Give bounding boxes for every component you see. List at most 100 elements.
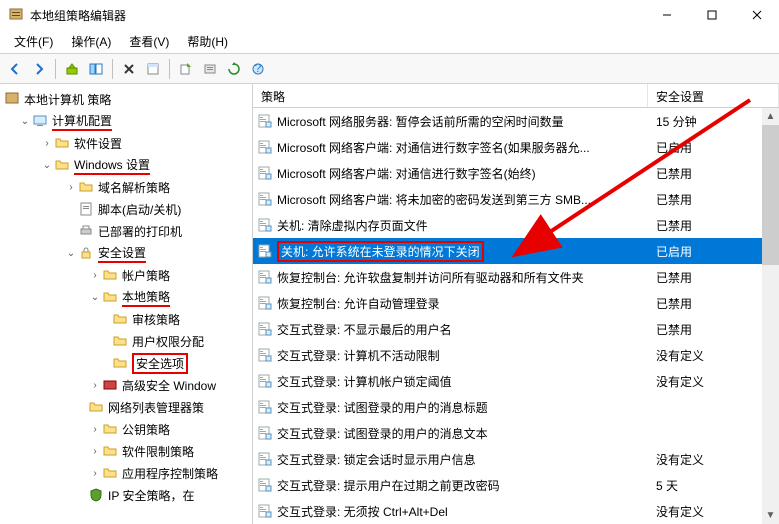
tree-software-settings[interactable]: › 软件设置 xyxy=(0,132,252,154)
row-policy-text: 交互式登录: 计算机帐户锁定阈值 xyxy=(277,373,452,390)
chevron-down-icon[interactable]: ⌄ xyxy=(64,246,78,260)
tree-advanced-firewall[interactable]: › 高级安全 Window xyxy=(0,374,252,396)
list-row[interactable]: 交互式登录: 无须按 Ctrl+Alt+Del没有定义 xyxy=(253,498,779,524)
chevron-right-icon[interactable]: › xyxy=(88,378,102,392)
toolbar-separator xyxy=(169,59,170,79)
tree-windows-settings[interactable]: ⌄ Windows 设置 xyxy=(0,154,252,176)
list-row[interactable]: 交互式登录: 锁定会话时显示用户信息没有定义 xyxy=(253,446,779,472)
tree-security-options[interactable]: 安全选项 xyxy=(0,352,252,374)
app-icon xyxy=(8,7,24,23)
tree-label: 审核策略 xyxy=(132,311,180,328)
scroll-thumb[interactable] xyxy=(762,125,779,265)
chevron-right-icon[interactable]: › xyxy=(40,136,54,150)
tree-local-policies[interactable]: ⌄ 本地策略 xyxy=(0,286,252,308)
minimize-button[interactable] xyxy=(644,0,689,30)
tree-ip-security[interactable]: IP 安全策略，在 xyxy=(0,484,252,506)
list-row[interactable]: 交互式登录: 计算机帐户锁定阈值没有定义 xyxy=(253,368,779,394)
tree-user-rights[interactable]: 用户权限分配 xyxy=(0,330,252,352)
list-row[interactable]: 恢复控制台: 允许软盘复制并访问所有驱动器和所有文件夹已禁用 xyxy=(253,264,779,290)
vertical-scrollbar[interactable]: ▲ ▼ xyxy=(762,108,779,524)
folder-icon xyxy=(102,443,118,459)
list-pane: 策略 安全设置 Microsoft 网络服务器: 暂停会话前所需的空闲时间数量1… xyxy=(253,84,779,524)
list-row[interactable]: Microsoft 网络服务器: 暂停会话前所需的空闲时间数量15 分钟 xyxy=(253,108,779,134)
folder-icon xyxy=(54,135,70,151)
chevron-right-icon[interactable]: › xyxy=(88,422,102,436)
tree-software-restriction[interactable]: › 软件限制策略 xyxy=(0,440,252,462)
list-body[interactable]: Microsoft 网络服务器: 暂停会话前所需的空闲时间数量15 分钟Micr… xyxy=(253,108,779,524)
policy-item-icon xyxy=(257,373,273,389)
list-row[interactable]: 交互式登录: 试图登录的用户的消息标题 xyxy=(253,394,779,420)
chevron-right-icon[interactable]: › xyxy=(88,466,102,480)
tree-label: 用户权限分配 xyxy=(132,333,204,350)
tree-scripts[interactable]: 脚本(启动/关机) xyxy=(0,198,252,220)
tree-label: 计算机配置 xyxy=(52,112,112,131)
cell-policy: 交互式登录: 锁定会话时显示用户信息 xyxy=(253,451,648,468)
back-button[interactable] xyxy=(4,58,26,80)
cell-policy: 交互式登录: 计算机帐户锁定阈值 xyxy=(253,373,648,390)
policy-item-icon xyxy=(257,321,273,337)
row-policy-text: Microsoft 网络服务器: 暂停会话前所需的空闲时间数量 xyxy=(277,113,564,130)
row-policy-text: 交互式登录: 锁定会话时显示用户信息 xyxy=(277,451,476,468)
tree-label: 安全设置 xyxy=(98,244,146,263)
tree-label: 公钥策略 xyxy=(122,421,170,438)
tree-audit-policy[interactable]: 审核策略 xyxy=(0,308,252,330)
cell-policy: Microsoft 网络客户端: 对通信进行数字签名(始终) xyxy=(253,165,648,182)
cell-setting: 已禁用 xyxy=(648,191,779,208)
cell-setting: 已禁用 xyxy=(648,321,779,338)
close-button[interactable] xyxy=(734,0,779,30)
svg-text:?: ? xyxy=(255,62,262,75)
properties-button[interactable] xyxy=(142,58,164,80)
policy-item-icon xyxy=(257,165,273,181)
tree-account-policies[interactable]: › 帐户策略 xyxy=(0,264,252,286)
refresh-button[interactable] xyxy=(223,58,245,80)
delete-button[interactable] xyxy=(118,58,140,80)
tree-app-control-policies[interactable]: › 应用程序控制策略 xyxy=(0,462,252,484)
list-row[interactable]: 关机: 允许系统在未登录的情况下关闭已启用 xyxy=(253,238,779,264)
tree-deployed-printers[interactable]: 已部署的打印机 xyxy=(0,220,252,242)
list-row[interactable]: Microsoft 网络客户端: 将未加密的密码发送到第三方 SMB...已禁用 xyxy=(253,186,779,212)
tree-root[interactable]: 本地计算机 策略 xyxy=(0,88,252,110)
chevron-down-icon[interactable]: ⌄ xyxy=(40,158,54,172)
filter-button[interactable] xyxy=(199,58,221,80)
folder-icon xyxy=(102,421,118,437)
tree-network-list-mgr[interactable]: 网络列表管理器策 xyxy=(0,396,252,418)
menu-view[interactable]: 查看(V) xyxy=(121,31,177,52)
list-row[interactable]: 交互式登录: 不显示最后的用户名已禁用 xyxy=(253,316,779,342)
cell-setting: 已禁用 xyxy=(648,295,779,312)
scroll-up-arrow[interactable]: ▲ xyxy=(762,108,779,125)
list-row[interactable]: 恢复控制台: 允许自动管理登录已禁用 xyxy=(253,290,779,316)
menu-file[interactable]: 文件(F) xyxy=(6,31,61,52)
scroll-track[interactable] xyxy=(762,125,779,507)
menu-help[interactable]: 帮助(H) xyxy=(179,31,236,52)
tree-name-resolution[interactable]: › 域名解析策略 xyxy=(0,176,252,198)
export-button[interactable] xyxy=(175,58,197,80)
cell-policy: Microsoft 网络客户端: 将未加密的密码发送到第三方 SMB... xyxy=(253,191,648,208)
tree-public-key-policies[interactable]: › 公钥策略 xyxy=(0,418,252,440)
tree-security-settings[interactable]: ⌄ 安全设置 xyxy=(0,242,252,264)
chevron-down-icon[interactable]: ⌄ xyxy=(18,114,32,128)
tree-computer-config[interactable]: ⌄ 计算机配置 xyxy=(0,110,252,132)
list-row[interactable]: Microsoft 网络客户端: 对通信进行数字签名(如果服务器允...已启用 xyxy=(253,134,779,160)
chevron-down-icon[interactable]: ⌄ xyxy=(88,290,102,304)
column-header-setting[interactable]: 安全设置 xyxy=(648,84,779,107)
list-row[interactable]: Microsoft 网络客户端: 对通信进行数字签名(始终)已禁用 xyxy=(253,160,779,186)
list-row[interactable]: 交互式登录: 试图登录的用户的消息文本 xyxy=(253,420,779,446)
row-policy-text: 关机: 允许系统在未登录的情况下关闭 xyxy=(277,241,484,262)
list-row[interactable]: 交互式登录: 计算机不活动限制没有定义 xyxy=(253,342,779,368)
scroll-down-arrow[interactable]: ▼ xyxy=(762,507,779,524)
up-button[interactable] xyxy=(61,58,83,80)
list-row[interactable]: 关机: 清除虚拟内存页面文件已禁用 xyxy=(253,212,779,238)
chevron-right-icon[interactable]: › xyxy=(88,268,102,282)
no-expander xyxy=(64,202,78,216)
forward-button[interactable] xyxy=(28,58,50,80)
maximize-button[interactable] xyxy=(689,0,734,30)
list-row[interactable]: 交互式登录: 提示用户在过期之前更改密码5 天 xyxy=(253,472,779,498)
chevron-right-icon[interactable]: › xyxy=(88,444,102,458)
show-hide-tree-button[interactable] xyxy=(85,58,107,80)
chevron-right-icon[interactable]: › xyxy=(64,180,78,194)
help-button[interactable]: ? xyxy=(247,58,269,80)
row-policy-text: 交互式登录: 提示用户在过期之前更改密码 xyxy=(277,477,500,494)
column-header-policy[interactable]: 策略 xyxy=(253,84,648,107)
script-icon xyxy=(78,201,94,217)
menu-action[interactable]: 操作(A) xyxy=(63,31,119,52)
